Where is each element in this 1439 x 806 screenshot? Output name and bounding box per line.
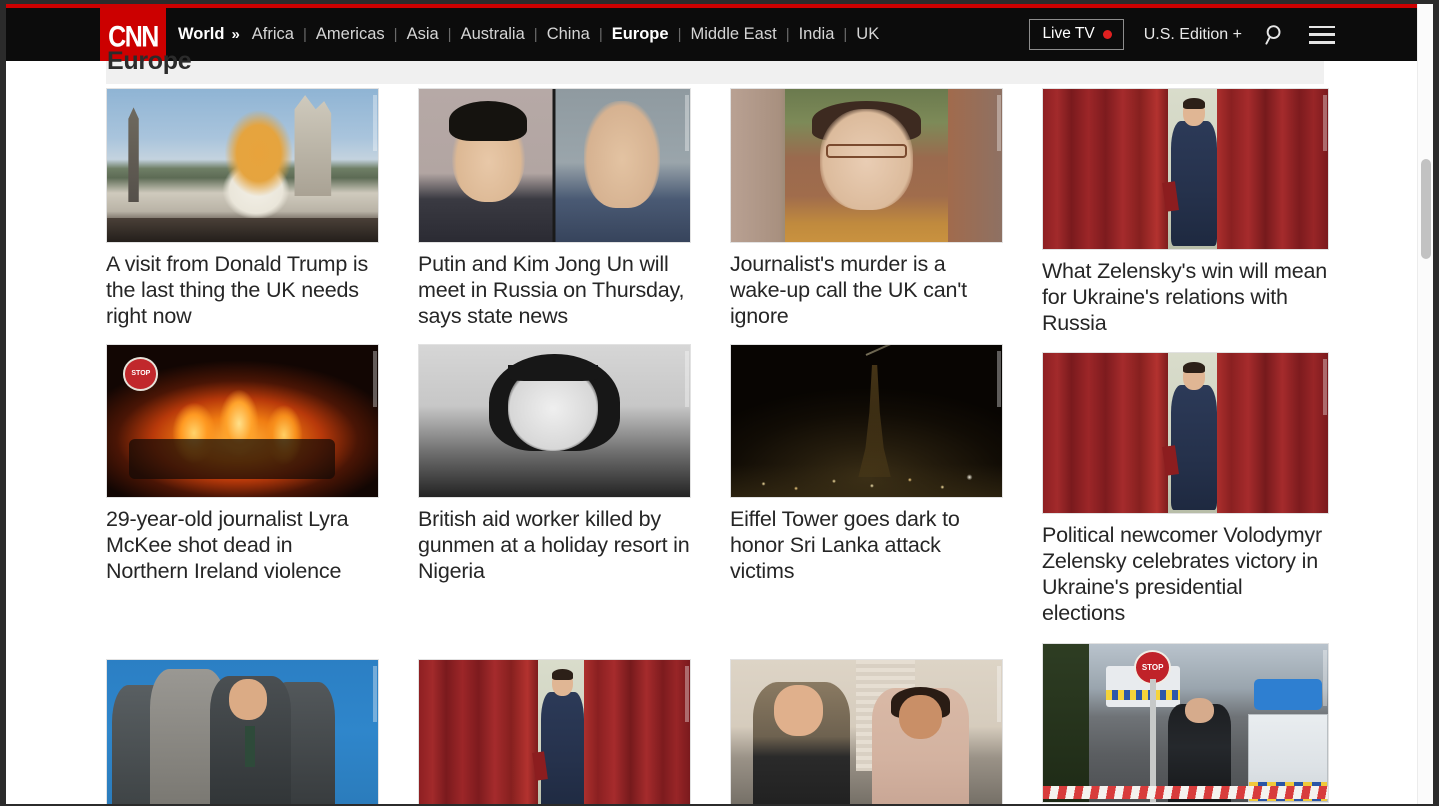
article-image[interactable] <box>730 659 1003 804</box>
article-headline[interactable]: Journalist's murder is a wake-up call th… <box>730 243 1003 329</box>
photo-watermark <box>685 95 689 151</box>
nav-item-china[interactable]: China <box>545 25 592 44</box>
article-card[interactable]: Political newcomer Volodymyr Zelensky ce… <box>1042 352 1329 626</box>
grid-column-3: Journalist's murder is a wake-up call th… <box>730 88 1042 804</box>
grid-column-1: A visit from Donald Trump is the last th… <box>106 88 418 804</box>
scrollbar-thumb[interactable] <box>1421 159 1431 259</box>
article-image[interactable] <box>1042 88 1329 250</box>
photo-watermark <box>1323 359 1327 415</box>
hamburger-bars <box>1309 26 1335 44</box>
live-tv-label: Live TV <box>1042 25 1094 43</box>
article-headline[interactable]: Political newcomer Volodymyr Zelensky ce… <box>1042 514 1329 626</box>
article-headline[interactable]: British aid worker killed by gunmen at a… <box>418 498 691 584</box>
article-headline[interactable]: Eiffel Tower goes dark to honor Sri Lank… <box>730 498 1003 584</box>
nav-separator: | <box>448 26 452 43</box>
photo-watermark <box>997 666 1001 722</box>
stop-sign-icon: STOP <box>123 357 158 390</box>
nav-item-americas[interactable]: Americas <box>314 25 387 44</box>
police-officer-stop-sign-scene-photo: STOP <box>1043 644 1328 802</box>
nav-item-africa[interactable]: Africa <box>250 25 296 44</box>
page-content: Europe A visit from Donald Trump is the … <box>6 61 1433 804</box>
zelensky-supporters-blue-backdrop-photo <box>107 660 378 804</box>
article-card[interactable] <box>106 659 379 804</box>
article-card[interactable]: What Zelensky's win will mean for Ukrain… <box>1042 88 1329 336</box>
article-grid: A visit from Donald Trump is the last th… <box>106 88 1336 804</box>
article-card[interactable] <box>730 659 1003 804</box>
article-card[interactable]: STOP <box>1042 643 1329 803</box>
two-women-interview-photo <box>731 660 1002 804</box>
photo-watermark <box>997 351 1001 407</box>
photo-watermark <box>1323 95 1327 151</box>
article-card[interactable]: A visit from Donald Trump is the last th… <box>106 88 379 329</box>
nav-item-europe[interactable]: Europe <box>610 25 671 44</box>
nav-item-asia[interactable]: Asia <box>405 25 441 44</box>
kim-jong-un-and-putin-split-portrait-photo <box>419 89 690 242</box>
article-image[interactable] <box>418 659 691 804</box>
article-card[interactable]: Putin and Kim Jong Un will meet in Russi… <box>418 88 691 329</box>
section-heading-band <box>106 61 1324 84</box>
article-image[interactable] <box>106 88 379 243</box>
article-image[interactable] <box>418 88 691 243</box>
zelensky-red-curtain-photo <box>419 660 690 804</box>
nav-item-middle-east[interactable]: Middle East <box>688 25 778 44</box>
live-indicator-dot <box>1103 30 1112 39</box>
photo-watermark <box>373 351 377 407</box>
nav-item-australia[interactable]: Australia <box>459 25 527 44</box>
article-image[interactable] <box>730 344 1003 498</box>
cnn-site-header: CNN World » Africa | Americas | Asia | A… <box>6 4 1433 61</box>
article-image[interactable]: STOP <box>1042 643 1329 803</box>
article-card[interactable] <box>418 659 691 804</box>
photo-watermark <box>685 666 689 722</box>
article-card[interactable]: Eiffel Tower goes dark to honor Sri Lank… <box>730 344 1003 584</box>
edition-selector[interactable]: U.S. Edition + <box>1144 26 1242 44</box>
nav-separator: | <box>786 26 790 43</box>
photo-watermark <box>373 666 377 722</box>
nav-separator: | <box>678 26 682 43</box>
burning-car-night-photo: STOP <box>107 345 378 497</box>
primary-navigation: World » Africa | Americas | Asia | Austr… <box>178 8 881 61</box>
photo-watermark <box>685 351 689 407</box>
nav-item-india[interactable]: India <box>797 25 837 44</box>
nav-separator: | <box>394 26 398 43</box>
lyra-mckee-portrait-photo <box>731 89 1002 242</box>
article-image[interactable] <box>106 659 379 804</box>
article-image[interactable]: STOP <box>106 344 379 498</box>
nav-separator: | <box>534 26 538 43</box>
page-viewport: CNN World » Africa | Americas | Asia | A… <box>6 4 1433 804</box>
nav-separator: | <box>303 26 307 43</box>
browser-window: CNN World » Africa | Americas | Asia | A… <box>0 0 1439 806</box>
article-card[interactable]: STOP 29-year-old journalist Lyra McKee s… <box>106 344 379 584</box>
grid-column-4: What Zelensky's win will mean for Ukrain… <box>1042 88 1336 804</box>
article-card[interactable]: British aid worker killed by gunmen at a… <box>418 344 691 584</box>
header-actions: Live TV U.S. Edition + <box>1029 8 1335 61</box>
photo-watermark <box>373 95 377 151</box>
article-image[interactable] <box>730 88 1003 243</box>
eiffel-tower-dark-night-photo <box>731 345 1002 497</box>
nav-item-uk[interactable]: UK <box>854 25 881 44</box>
hamburger-menu-icon[interactable] <box>1309 26 1335 44</box>
live-tv-button[interactable]: Live TV <box>1029 19 1123 50</box>
article-headline[interactable]: A visit from Donald Trump is the last th… <box>106 243 379 329</box>
article-image[interactable] <box>418 344 691 498</box>
nav-separator: | <box>599 26 603 43</box>
nav-section-world[interactable]: World <box>178 25 224 44</box>
search-icon[interactable] <box>1264 23 1287 46</box>
zelensky-red-curtain-photo <box>1043 353 1328 513</box>
grid-column-2: Putin and Kim Jong Un will meet in Russi… <box>418 88 730 804</box>
photo-watermark <box>997 95 1001 151</box>
article-headline[interactable]: 29-year-old journalist Lyra McKee shot d… <box>106 498 379 584</box>
page-title: Europe <box>107 47 191 76</box>
woman-black-and-white-portrait-photo <box>419 345 690 497</box>
article-image[interactable] <box>1042 352 1329 514</box>
article-headline[interactable]: Putin and Kim Jong Un will meet in Russi… <box>418 243 691 329</box>
photo-watermark <box>1323 650 1327 706</box>
article-headline[interactable]: What Zelensky's win will mean for Ukrain… <box>1042 250 1329 336</box>
nav-separator: | <box>843 26 847 43</box>
vertical-scrollbar[interactable] <box>1417 4 1433 804</box>
chevron-right-icon: » <box>231 26 239 43</box>
zelensky-red-curtain-photo <box>1043 89 1328 249</box>
trump-baby-balloon-westminster-photo <box>107 89 378 242</box>
article-card[interactable]: Journalist's murder is a wake-up call th… <box>730 88 1003 329</box>
